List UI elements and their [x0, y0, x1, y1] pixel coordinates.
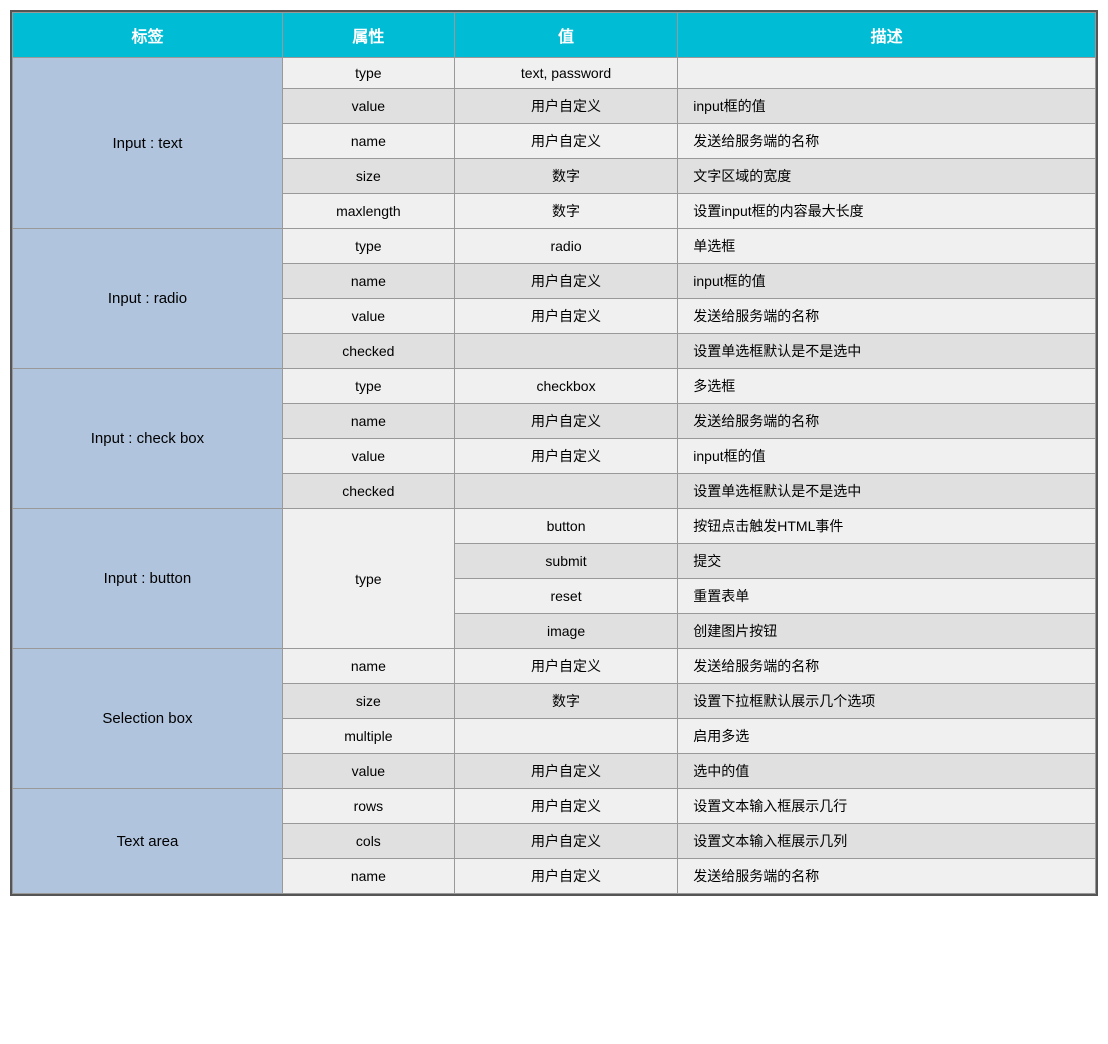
table-row: Selection boxname用户自定义发送给服务端的名称: [13, 649, 1096, 684]
val-cell: 用户自定义: [454, 439, 677, 474]
header-tag: 标签: [13, 13, 283, 58]
tag-cell: Selection box: [13, 649, 283, 789]
attr-cell: multiple: [282, 719, 454, 754]
val-cell: 数字: [454, 194, 677, 229]
attr-cell: size: [282, 684, 454, 719]
val-cell: checkbox: [454, 369, 677, 404]
desc-cell: input框的值: [678, 439, 1096, 474]
val-cell: radio: [454, 229, 677, 264]
val-cell: [454, 474, 677, 509]
desc-cell: 发送给服务端的名称: [678, 299, 1096, 334]
attr-cell: type: [282, 58, 454, 89]
attr-cell: cols: [282, 824, 454, 859]
attr-cell: checked: [282, 474, 454, 509]
desc-cell: 设置文本输入框展示几列: [678, 824, 1096, 859]
tag-cell: Input : text: [13, 58, 283, 229]
val-cell: 用户自定义: [454, 124, 677, 159]
desc-cell: 设置input框的内容最大长度: [678, 194, 1096, 229]
tag-cell: Input : button: [13, 509, 283, 649]
val-cell: 数字: [454, 684, 677, 719]
attr-cell: value: [282, 89, 454, 124]
desc-cell: input框的值: [678, 89, 1096, 124]
attr-cell: name: [282, 264, 454, 299]
desc-cell: [678, 58, 1096, 89]
attr-cell: type: [282, 229, 454, 264]
val-cell: 用户自定义: [454, 89, 677, 124]
desc-cell: 发送给服务端的名称: [678, 124, 1096, 159]
tag-cell: Text area: [13, 789, 283, 894]
desc-cell: 创建图片按钮: [678, 614, 1096, 649]
table-row: Input : check boxtypecheckbox多选框: [13, 369, 1096, 404]
val-cell: 用户自定义: [454, 859, 677, 894]
attr-cell: value: [282, 754, 454, 789]
val-cell: reset: [454, 579, 677, 614]
desc-cell: 重置表单: [678, 579, 1096, 614]
html-attributes-table: 标签 属性 值 描述 Input : texttypetext, passwor…: [12, 12, 1096, 894]
val-cell: button: [454, 509, 677, 544]
main-table-wrapper: 标签 属性 值 描述 Input : texttypetext, passwor…: [10, 10, 1098, 896]
attr-cell: value: [282, 439, 454, 474]
table-row: Input : texttypetext, password: [13, 58, 1096, 89]
val-cell: 用户自定义: [454, 649, 677, 684]
val-cell: 数字: [454, 159, 677, 194]
val-cell: 用户自定义: [454, 404, 677, 439]
val-cell: 用户自定义: [454, 754, 677, 789]
desc-cell: 提交: [678, 544, 1096, 579]
header-val: 值: [454, 13, 677, 58]
desc-cell: 设置文本输入框展示几行: [678, 789, 1096, 824]
val-cell: [454, 719, 677, 754]
desc-cell: 启用多选: [678, 719, 1096, 754]
val-cell: 用户自定义: [454, 824, 677, 859]
table-row: Input : buttontypebutton按钮点击触发HTML事件: [13, 509, 1096, 544]
desc-cell: 单选框: [678, 229, 1096, 264]
val-cell: image: [454, 614, 677, 649]
attr-cell: name: [282, 404, 454, 439]
attr-cell: name: [282, 124, 454, 159]
desc-cell: input框的值: [678, 264, 1096, 299]
val-cell: 用户自定义: [454, 299, 677, 334]
desc-cell: 发送给服务端的名称: [678, 404, 1096, 439]
desc-cell: 发送给服务端的名称: [678, 859, 1096, 894]
table-row: Input : radiotyperadio单选框: [13, 229, 1096, 264]
desc-cell: 选中的值: [678, 754, 1096, 789]
attr-cell: rows: [282, 789, 454, 824]
attr-cell: maxlength: [282, 194, 454, 229]
table-header-row: 标签 属性 值 描述: [13, 13, 1096, 58]
desc-cell: 设置下拉框默认展示几个选项: [678, 684, 1096, 719]
attr-cell: checked: [282, 334, 454, 369]
val-cell: 用户自定义: [454, 789, 677, 824]
attr-cell: type: [282, 509, 454, 649]
desc-cell: 设置单选框默认是不是选中: [678, 334, 1096, 369]
desc-cell: 设置单选框默认是不是选中: [678, 474, 1096, 509]
val-cell: submit: [454, 544, 677, 579]
attr-cell: type: [282, 369, 454, 404]
attr-cell: name: [282, 859, 454, 894]
attr-cell: value: [282, 299, 454, 334]
attr-cell: name: [282, 649, 454, 684]
desc-cell: 按钮点击触发HTML事件: [678, 509, 1096, 544]
header-attr: 属性: [282, 13, 454, 58]
header-desc: 描述: [678, 13, 1096, 58]
desc-cell: 文字区域的宽度: [678, 159, 1096, 194]
val-cell: text, password: [454, 58, 677, 89]
val-cell: 用户自定义: [454, 264, 677, 299]
val-cell: [454, 334, 677, 369]
desc-cell: 发送给服务端的名称: [678, 649, 1096, 684]
tag-cell: Input : check box: [13, 369, 283, 509]
attr-cell: size: [282, 159, 454, 194]
desc-cell: 多选框: [678, 369, 1096, 404]
table-row: Text arearows用户自定义设置文本输入框展示几行: [13, 789, 1096, 824]
tag-cell: Input : radio: [13, 229, 283, 369]
